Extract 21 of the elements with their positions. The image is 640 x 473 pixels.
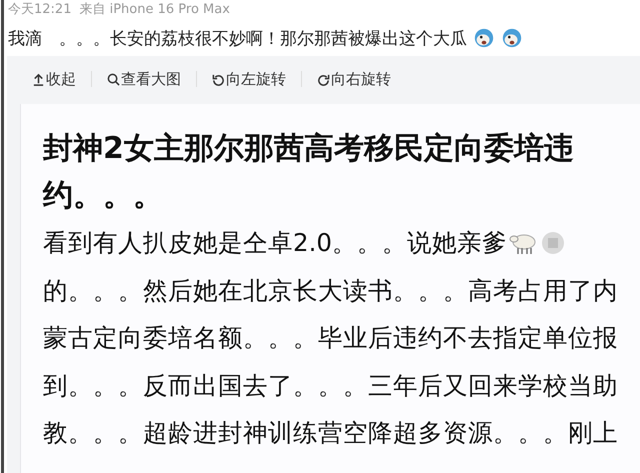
cartoon-face-icon: [501, 27, 523, 49]
search-icon: [107, 72, 120, 86]
toolbar-button[interactable]: 向左旋转: [209, 68, 289, 90]
article-text: 到。。。反而出国去了。。。三年后又回来学校当助: [43, 370, 618, 402]
toolbar-button[interactable]: 向右旋转: [314, 68, 394, 90]
article-title: 约。。。: [43, 177, 164, 215]
post-time: 今天12:21: [8, 1, 72, 19]
post-source: 来自 iPhone 16 Pro Max: [79, 1, 230, 19]
article-title: 封神2女主那尔那茜高考移民定向委培违: [43, 130, 575, 168]
post-text: 我滴 。。。长安的荔枝很不妙啊！那尔那茜被爆出这个大瓜: [8, 28, 467, 50]
article-text: 看到有人扒皮她是仝卓2.0。。。说她亲爹: [43, 227, 507, 259]
rotate-left-icon: [212, 72, 225, 86]
toolbar-button[interactable]: 收起: [29, 68, 79, 90]
rotate-right-icon: [317, 72, 330, 86]
blurred-icon: [540, 230, 565, 255]
arrow-up-icon: [32, 72, 45, 86]
cartoon-face-icon: [473, 27, 495, 49]
toolbar-button[interactable]: 查看大图: [104, 68, 184, 90]
article-text: 教。。。超龄进封神训练营空降超多资源。。。刚上: [43, 417, 618, 449]
article-text: 蒙古定向委培名额。。。毕业后违约不去指定单位报: [43, 322, 618, 354]
article-text: 的。。。然后她在北京长大读书。。。高考占用了内: [43, 274, 618, 306]
